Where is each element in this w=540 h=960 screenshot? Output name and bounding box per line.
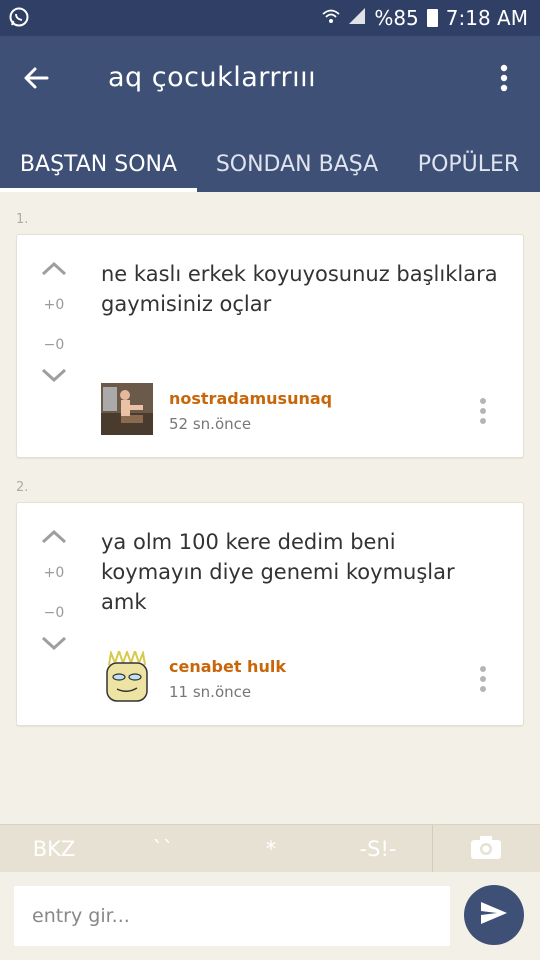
downvote-count: −0: [43, 337, 65, 353]
upvote-count: +0: [43, 297, 65, 313]
battery-percent: %85: [374, 6, 419, 30]
format-divider: [432, 825, 433, 873]
whatsapp-icon: [8, 6, 30, 32]
battery-icon: [426, 9, 438, 27]
entry-more-button[interactable]: [473, 665, 493, 697]
entry-text: ne kaslı erkek koyuyosunuz başlıklara ga…: [101, 262, 498, 316]
upvote-button[interactable]: [39, 259, 69, 279]
author-avatar[interactable]: [101, 383, 153, 435]
downvote-button[interactable]: [39, 633, 69, 653]
upvote-button[interactable]: [39, 527, 69, 547]
send-button[interactable]: [464, 885, 524, 945]
more-vertical-icon: [500, 64, 508, 96]
entry-card: +0 −0 ya olm 100 kere dedim beni koymayı…: [16, 502, 524, 726]
tab-bar: BAŞTAN SONA SONDAN BAŞA POPÜLER: [0, 136, 540, 192]
tab-populer[interactable]: POPÜLER: [397, 136, 540, 192]
wifi-icon: [322, 6, 340, 30]
app-toolbar: aq çocuklarrrııı BAŞTAN SONA SONDAN BAŞA…: [0, 36, 540, 192]
asterisk-button[interactable]: *: [236, 825, 306, 873]
author-avatar[interactable]: [101, 651, 153, 703]
entry-time: 52 sn.önce: [169, 415, 252, 433]
entry-index: 2.: [16, 480, 29, 495]
back-button[interactable]: [14, 58, 58, 102]
author-name[interactable]: cenabet hulk: [169, 657, 286, 676]
tab-bastan-sona[interactable]: BAŞTAN SONA: [0, 136, 197, 192]
upvote-count: +0: [43, 565, 65, 581]
format-toolbar: BKZ `` * -S!-: [0, 824, 540, 873]
spoiler-button[interactable]: -S!-: [336, 825, 420, 873]
author-name[interactable]: nostradamusunaq: [169, 389, 332, 408]
status-time: 7:18 AM: [445, 6, 528, 30]
send-icon: [479, 900, 509, 930]
backtick-button[interactable]: ``: [128, 825, 198, 873]
entry-card: +0 −0 ne kaslı erkek koyuyosunuz başlıkl…: [16, 234, 524, 458]
camera-icon: [470, 834, 502, 865]
status-bar: %85 7:18 AM: [0, 0, 540, 36]
active-tab-indicator: [0, 188, 197, 192]
entry-more-button[interactable]: [473, 397, 493, 429]
arrow-left-icon: [23, 65, 49, 95]
camera-button[interactable]: [446, 825, 526, 873]
signal-icon: [348, 6, 366, 30]
more-vertical-icon: [479, 665, 487, 697]
compose-bar: [0, 872, 540, 960]
entry-time: 11 sn.önce: [169, 683, 252, 701]
tab-sondan-basa[interactable]: SONDAN BAŞA: [197, 136, 397, 192]
entry-text: ya olm 100 kere dedim beni koymayın diye…: [101, 530, 455, 614]
entry-input[interactable]: [14, 886, 450, 946]
more-vertical-icon: [479, 397, 487, 429]
downvote-button[interactable]: [39, 365, 69, 385]
page-title: aq çocuklarrrııı: [108, 62, 317, 93]
entry-index: 1.: [16, 212, 29, 227]
downvote-count: −0: [43, 605, 65, 621]
overflow-menu-button[interactable]: [484, 58, 524, 102]
bkz-button[interactable]: BKZ: [14, 825, 94, 873]
